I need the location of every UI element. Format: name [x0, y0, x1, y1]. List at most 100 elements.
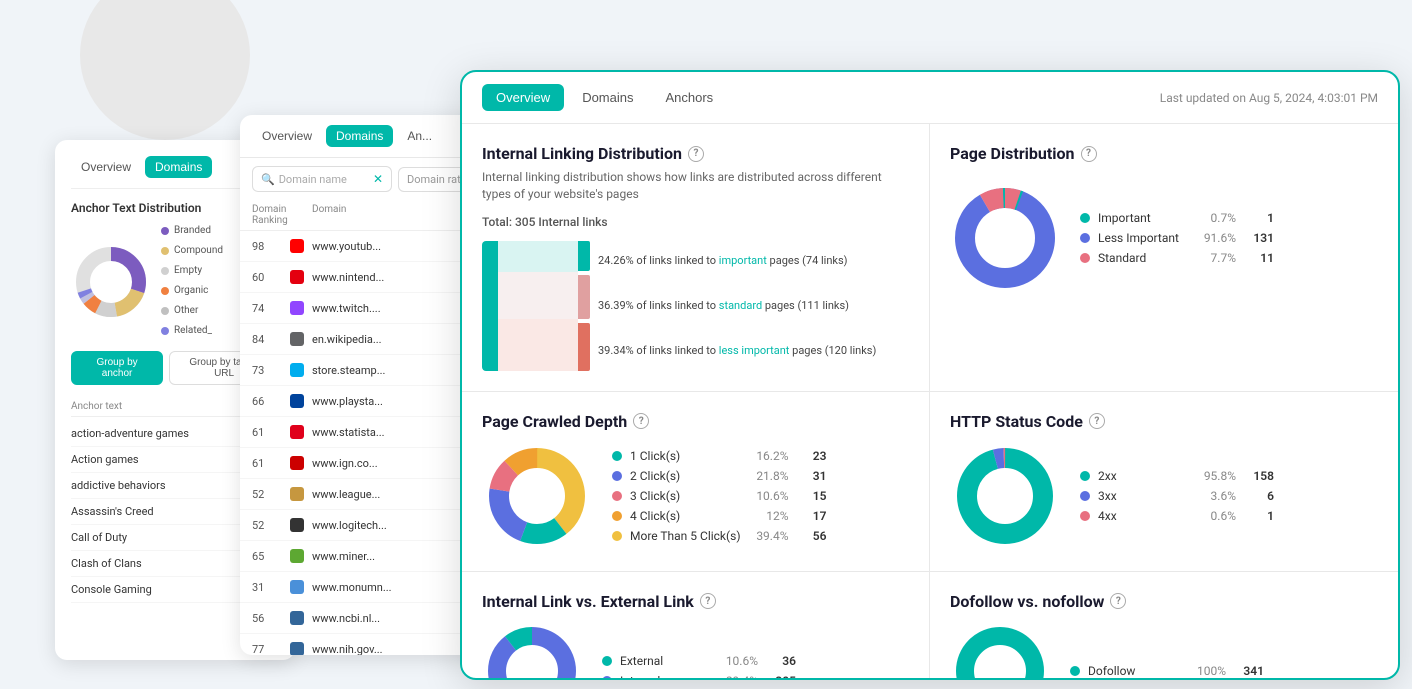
legend-count-3click: 15: [797, 489, 827, 503]
card-title-page-crawled-depth: Page Crawled Depth ?: [482, 412, 909, 431]
domain-favicon: [290, 642, 304, 655]
card-title-dofollow-nofollow: Dofollow vs. nofollow ?: [950, 592, 1378, 611]
domain-rank: 61: [252, 426, 282, 439]
legend-color-5plus: [612, 531, 622, 541]
domain-rank: 52: [252, 488, 282, 501]
domain-search[interactable]: 🔍 Domain name ✕: [252, 166, 392, 192]
tab-anchors-p3[interactable]: Anchors: [651, 84, 727, 111]
group-by-anchor-btn[interactable]: Group by anchor: [71, 351, 163, 385]
help-icon-page-dist[interactable]: ?: [1081, 146, 1097, 162]
legend-color-standard: [1080, 253, 1090, 263]
domain-favicon: [290, 487, 304, 501]
legend-count-3xx: 6: [1244, 489, 1274, 503]
card-title-internal-linking: Internal Linking Distribution ?: [482, 144, 909, 163]
legend-count-4click: 17: [797, 509, 827, 523]
legend-pct-4xx: 0.6%: [1196, 509, 1236, 523]
legend-color-2xx: [1080, 471, 1090, 481]
legend-color-3xx: [1080, 491, 1090, 501]
standard-link[interactable]: standard: [719, 299, 762, 312]
legend-color-dofollow: [1070, 666, 1080, 676]
legend-color-4xx: [1080, 511, 1090, 521]
help-icon-internal-external[interactable]: ?: [700, 593, 716, 609]
domain-rank: 74: [252, 302, 282, 315]
tab-domains-p1[interactable]: Domains: [145, 156, 212, 178]
help-icon-dofollow[interactable]: ?: [1110, 593, 1126, 609]
legend-pct-3click: 10.6%: [749, 489, 789, 503]
domain-favicon: [290, 332, 304, 346]
card-title-http-status: HTTP Status Code ?: [950, 412, 1378, 431]
legend-count-less-important: 131: [1244, 231, 1274, 245]
panel3-tabs: Overview Domains Anchors Last updated on…: [462, 72, 1398, 124]
help-icon-http-status[interactable]: ?: [1089, 413, 1105, 429]
domain-rank: 98: [252, 240, 282, 253]
card-subtitle-internal-linking: Internal linking distribution shows how …: [482, 169, 909, 203]
legend-label-standard: Standard: [1098, 251, 1188, 265]
legend-pct-standard: 7.7%: [1196, 251, 1236, 265]
domain-rank: 52: [252, 519, 282, 532]
card-dofollow-nofollow: Dofollow vs. nofollow ? Dofollow 100% 34…: [930, 572, 1398, 678]
domain-rank: 56: [252, 612, 282, 625]
domain-rank: 66: [252, 395, 282, 408]
legend-count-standard: 11: [1244, 251, 1274, 265]
domain-favicon: [290, 301, 304, 315]
legend-pct-dofollow: 100%: [1186, 664, 1226, 678]
clear-icon[interactable]: ✕: [373, 172, 383, 186]
card-title-page-distribution: Page Distribution ?: [950, 144, 1378, 163]
tab-overview-p3[interactable]: Overview: [482, 84, 564, 111]
less-important-link[interactable]: less important: [719, 344, 790, 357]
legend-color-3click: [612, 491, 622, 501]
domain-favicon: [290, 549, 304, 563]
domain-rank: 84: [252, 333, 282, 346]
tab-domains-p2[interactable]: Domains: [326, 125, 393, 147]
tab-overview-p2[interactable]: Overview: [252, 125, 322, 147]
legend-label-external: External: [620, 654, 710, 668]
domain-rank: 73: [252, 364, 282, 377]
tab-anchors-p2[interactable]: An...: [397, 125, 442, 147]
card-http-status: HTTP Status Code ?: [930, 392, 1398, 572]
help-icon-internal-linking[interactable]: ?: [688, 146, 704, 162]
legend-count-4xx: 1: [1244, 509, 1274, 523]
card-page-distribution: Page Distribution ?: [930, 124, 1398, 392]
legend-pct-important: 0.7%: [1196, 211, 1236, 225]
page-dist-legend: Important 0.7% 1 Less Important 91.6% 13…: [1080, 211, 1274, 265]
domain-favicon: [290, 611, 304, 625]
legend-label-internal: Internal: [620, 674, 710, 678]
domain-favicon: [290, 425, 304, 439]
legend-pct-3xx: 3.6%: [1196, 489, 1236, 503]
internal-external-legend: External 10.6% 36 Internal 89.4% 305: [602, 654, 796, 678]
important-link[interactable]: important: [719, 254, 767, 267]
domain-rank: 65: [252, 550, 282, 563]
http-status-donut: [950, 441, 1060, 551]
card-internal-linking: Internal Linking Distribution ? Internal…: [462, 124, 930, 392]
legend-pct-external: 10.6%: [718, 654, 758, 668]
legend-count-2xx: 158: [1244, 469, 1274, 483]
legend-pct-2click: 21.8%: [749, 469, 789, 483]
tab-domains-p3[interactable]: Domains: [568, 84, 647, 111]
legend-label-4click: 4 Click(s): [630, 509, 741, 523]
crawled-depth-donut: [482, 441, 592, 551]
background-avatar: [80, 0, 250, 140]
legend-count-important: 1: [1244, 211, 1274, 225]
legend-color-less-important: [1080, 233, 1090, 243]
last-updated: Last updated on Aug 5, 2024, 4:03:01 PM: [1160, 91, 1378, 105]
legend-count-external: 36: [766, 654, 796, 668]
legend-count-internal: 305: [766, 674, 796, 678]
legend-color-2click: [612, 471, 622, 481]
legend-color-1click: [612, 451, 622, 461]
card-page-crawled-depth: Page Crawled Depth ?: [462, 392, 930, 572]
domain-rank: 61: [252, 457, 282, 470]
help-icon-crawled-depth[interactable]: ?: [633, 413, 649, 429]
legend-count-5plus: 56: [797, 529, 827, 543]
legend-label-2xx: 2xx: [1098, 469, 1188, 483]
internal-external-donut: [482, 621, 582, 678]
crawled-depth-legend: 1 Click(s) 16.2% 23 2 Click(s) 21.8% 31 …: [612, 449, 827, 543]
legend-label-3click: 3 Click(s): [630, 489, 741, 503]
legend-label-3xx: 3xx: [1098, 489, 1188, 503]
search-icon: 🔍: [261, 173, 275, 186]
domain-favicon: [290, 518, 304, 532]
legend-color-internal: [602, 676, 612, 678]
anchor-legend: Branded Compound Empty Organic Other Rel…: [161, 225, 223, 339]
legend-count-1click: 23: [797, 449, 827, 463]
tab-overview-p1[interactable]: Overview: [71, 156, 141, 178]
dofollow-donut: [950, 621, 1050, 678]
